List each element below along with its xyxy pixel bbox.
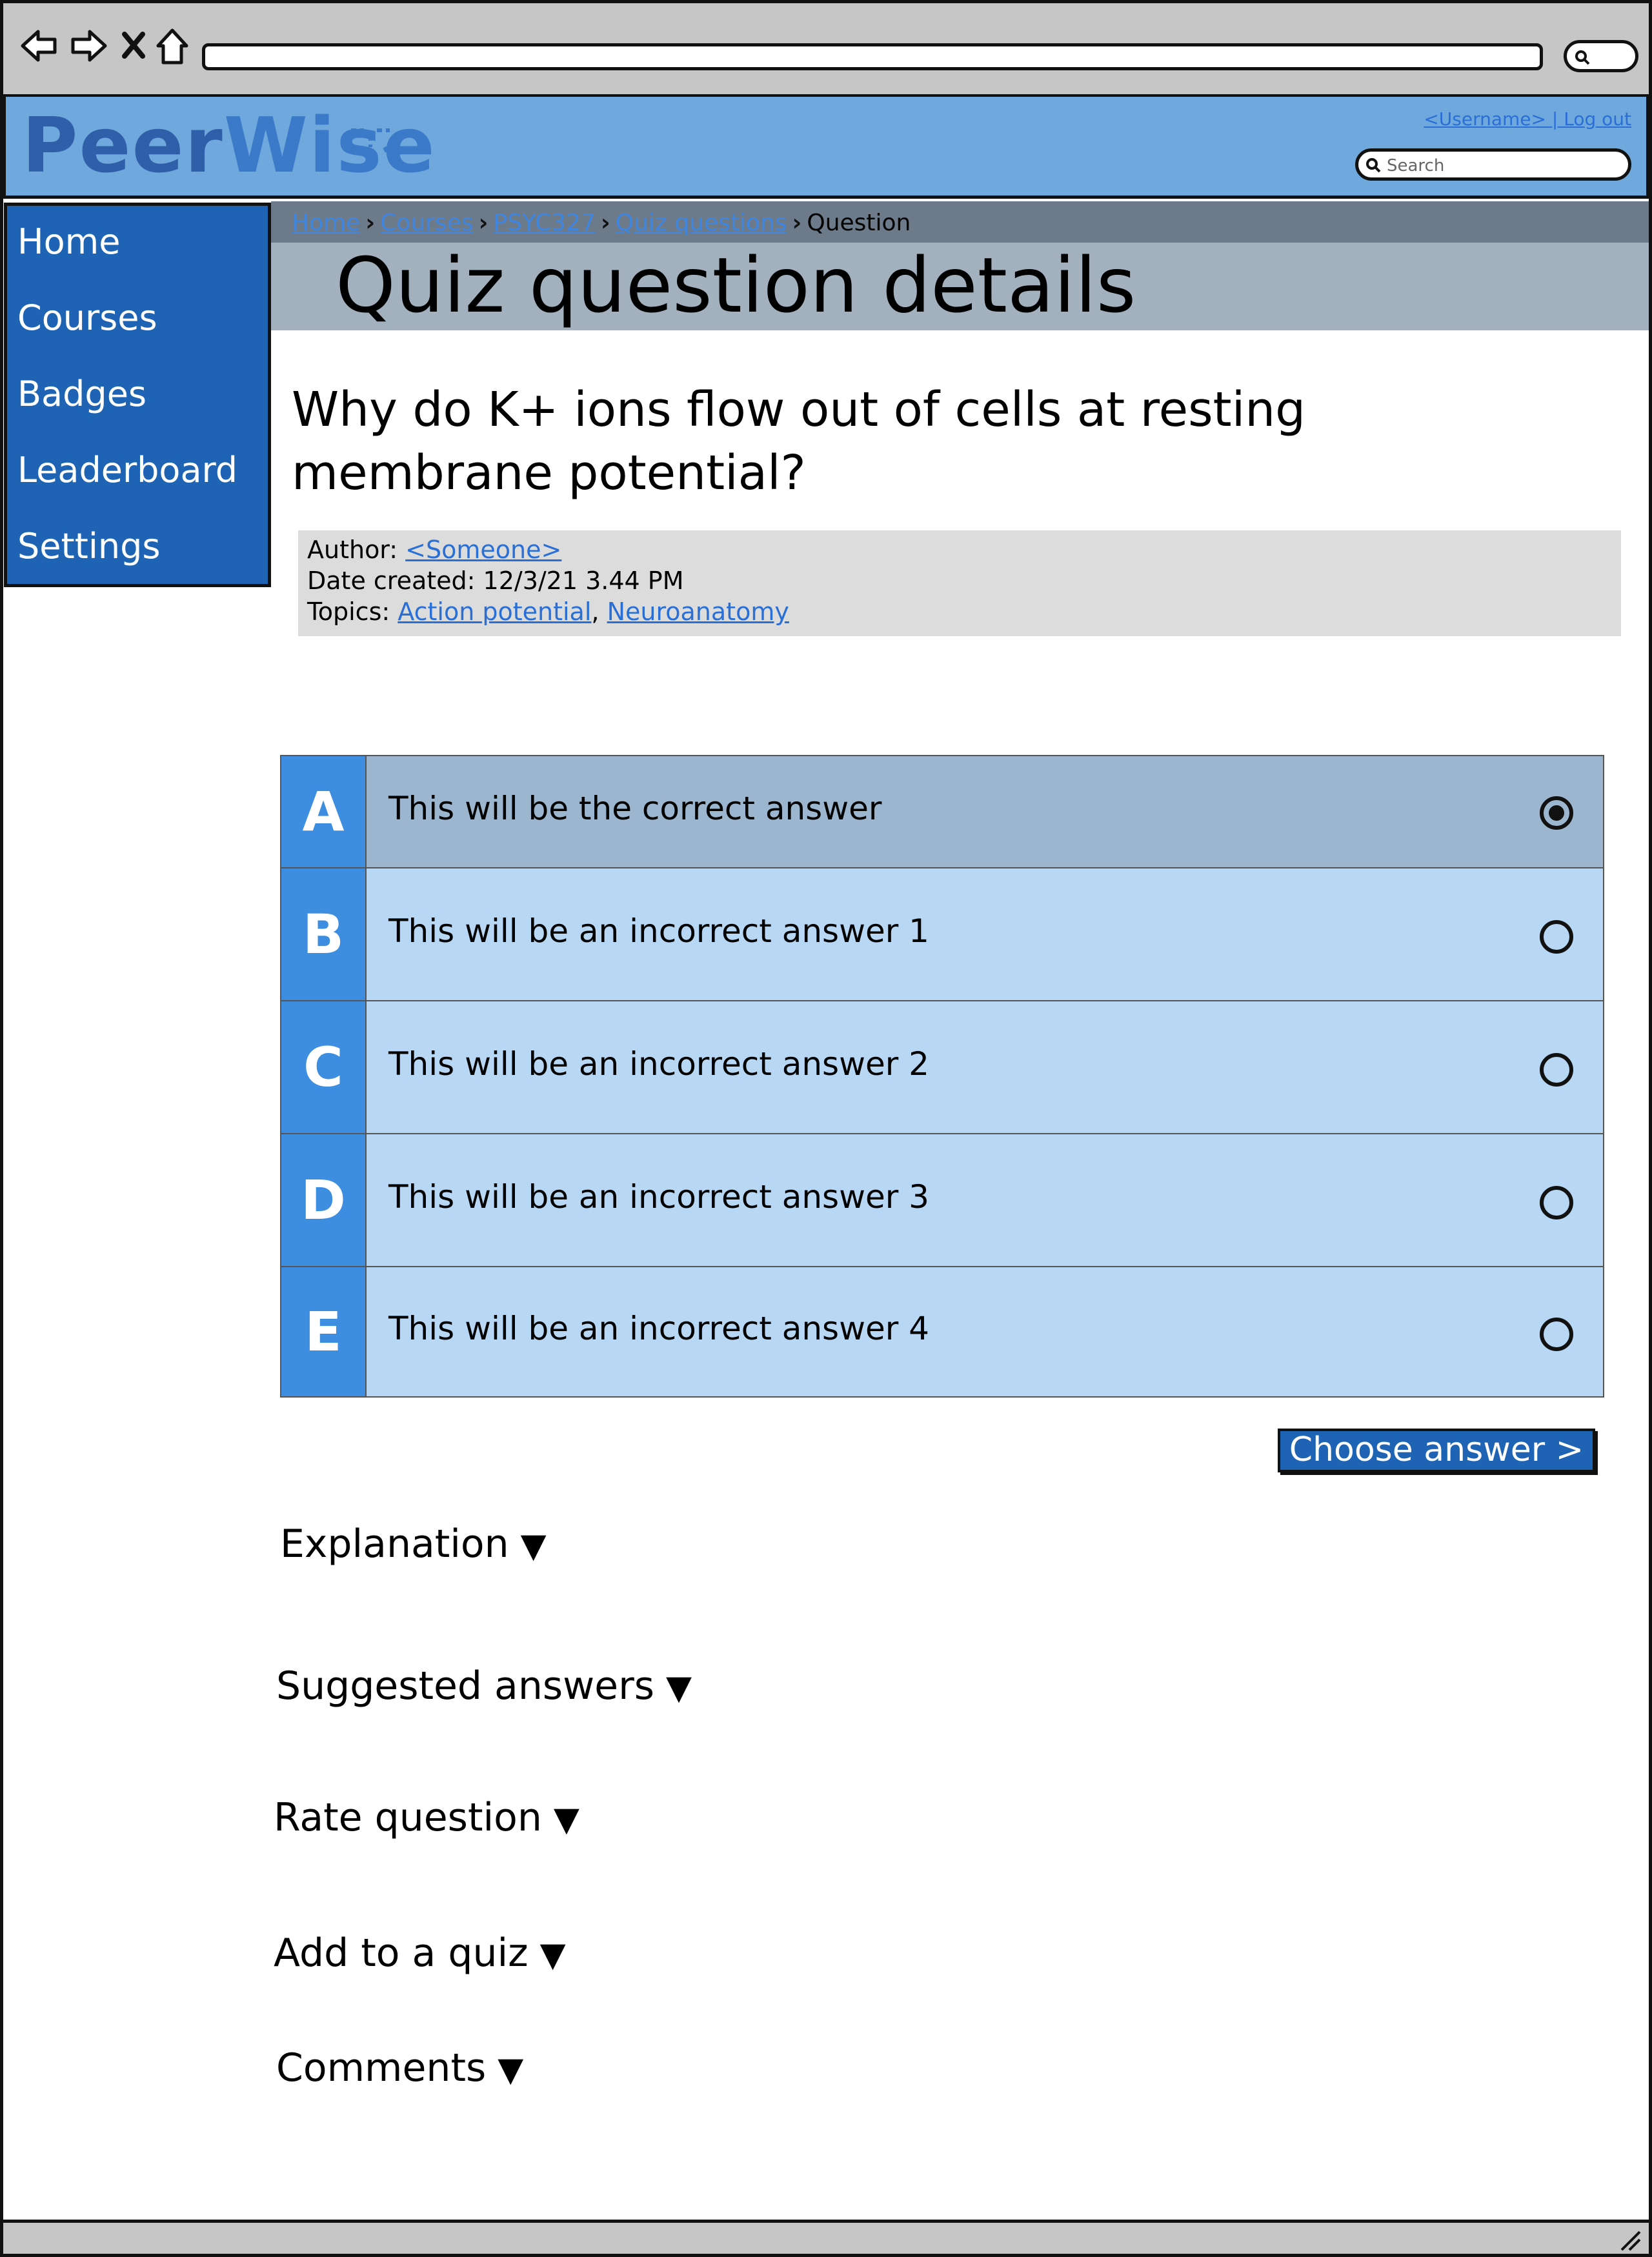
explanation-toggle[interactable]: Explanation ▼ [280,1521,547,1569]
answer-text: This will be an incorrect answer 2 [388,1045,929,1083]
search-input[interactable]: Search [1355,148,1631,181]
answer-option-c[interactable]: C This will be an incorrect answer 2 [281,1001,1603,1134]
peerwise-logo[interactable]: PeerWise [22,103,436,187]
answer-letter: C [281,1001,367,1133]
stop-icon[interactable] [121,29,146,68]
breadcrumb-quiz-questions[interactable]: Quiz questions [616,210,787,236]
logo-text-wise: Wise [223,101,436,190]
sidebar-item-leaderboard[interactable]: Leaderboard [17,451,237,490]
rate-question-toggle[interactable]: Rate question ▼ [274,1795,579,1842]
topic-link[interactable]: Action potential [398,597,591,626]
section-label: Suggested answers [276,1663,655,1709]
author-link[interactable]: <Someone> [405,536,561,564]
answer-letter: E [281,1267,367,1396]
browser-toolbar [0,0,1652,97]
answer-option-a[interactable]: A This will be the correct answer [281,756,1603,868]
radio-icon[interactable] [1540,1186,1573,1219]
answer-letter: A [281,756,367,867]
sidebar-item-badges[interactable]: Badges [17,375,146,414]
url-bar[interactable] [202,43,1543,70]
answer-option-d[interactable]: D This will be an incorrect answer 3 [281,1134,1603,1267]
sparkle-icon [345,105,396,188]
radio-selected-icon[interactable] [1540,796,1573,830]
section-label: Explanation [280,1521,509,1567]
back-icon[interactable] [20,28,59,70]
answer-text: This will be the correct answer [388,790,882,827]
triangle-down-icon: ▼ [553,1800,579,1839]
radio-icon[interactable] [1540,920,1573,954]
breadcrumb-separator: › [600,210,610,236]
answer-option-e[interactable]: E This will be an incorrect answer 4 [281,1267,1603,1396]
sidebar-item-courses[interactable]: Courses [17,299,157,337]
breadcrumb-separator: › [365,210,376,236]
date-value: 12/3/21 3.44 PM [483,567,684,595]
question-text: Why do K+ ions flow out of cells at rest… [292,382,1306,501]
resize-grip-icon[interactable] [1617,2227,1642,2255]
question-meta: Author: <Someone> Date created: 12/3/21 … [298,530,1621,636]
radio-icon[interactable] [1540,1318,1573,1351]
answer-letter: D [281,1134,367,1266]
forward-icon[interactable] [69,28,108,70]
section-label: Comments [276,2045,487,2091]
breadcrumb-courses[interactable]: Courses [380,210,473,236]
search-icon [1573,48,1593,70]
add-to-quiz-toggle[interactable]: Add to a quiz ▼ [274,1931,566,1978]
topic-link[interactable]: Neuroanatomy [607,597,789,626]
breadcrumb-separator: › [478,210,489,236]
breadcrumb-home[interactable]: Home [292,210,360,236]
sidebar-nav: Home Courses Badges Leaderboard Settings [4,203,271,587]
topic-separator: , [591,597,599,626]
answer-list: A This will be the correct answer B This… [280,755,1604,1398]
user-logout-links[interactable]: <Username> | Log out [1424,108,1631,130]
answer-letter: B [281,868,367,1000]
breadcrumb-separator: › [792,210,802,236]
breadcrumb: Home › Courses › PSYC327 › Quiz questions › Ques… [292,210,911,236]
date-label: Date created: [307,567,476,595]
breadcrumb-course[interactable]: PSYC327 [493,210,595,236]
radio-icon[interactable] [1540,1053,1573,1087]
status-bar [0,2220,1652,2257]
topics-label: Topics: [307,597,390,626]
search-placeholder: Search [1387,156,1445,176]
answer-text: This will be an incorrect answer 1 [388,912,929,950]
answer-option-b[interactable]: B This will be an incorrect answer 1 [281,868,1603,1001]
page-title: Quiz question details [336,241,1136,330]
suggested-answers-toggle[interactable]: Suggested answers ▼ [276,1663,692,1710]
answer-text: This will be an incorrect answer 3 [388,1178,929,1216]
author-label: Author: [307,536,398,564]
logo-text-peer: Peer [22,101,224,190]
section-label: Rate question [274,1795,542,1840]
triangle-down-icon: ▼ [666,1669,692,1707]
triangle-down-icon: ▼ [539,1936,566,1974]
sidebar-item-settings[interactable]: Settings [17,527,160,566]
triangle-down-icon: ▼ [520,1527,547,1565]
browser-search-field[interactable] [1564,40,1638,72]
breadcrumb-current: Question [807,210,911,236]
comments-toggle[interactable]: Comments ▼ [276,2045,523,2092]
search-icon [1365,157,1383,179]
triangle-down-icon: ▼ [498,2051,524,2089]
home-icon[interactable] [154,26,190,73]
section-label: Add to a quiz [274,1931,529,1976]
sidebar-item-home[interactable]: Home [17,223,120,261]
choose-answer-button[interactable]: Choose answer > [1278,1429,1595,1472]
answer-text: This will be an incorrect answer 4 [388,1310,929,1347]
